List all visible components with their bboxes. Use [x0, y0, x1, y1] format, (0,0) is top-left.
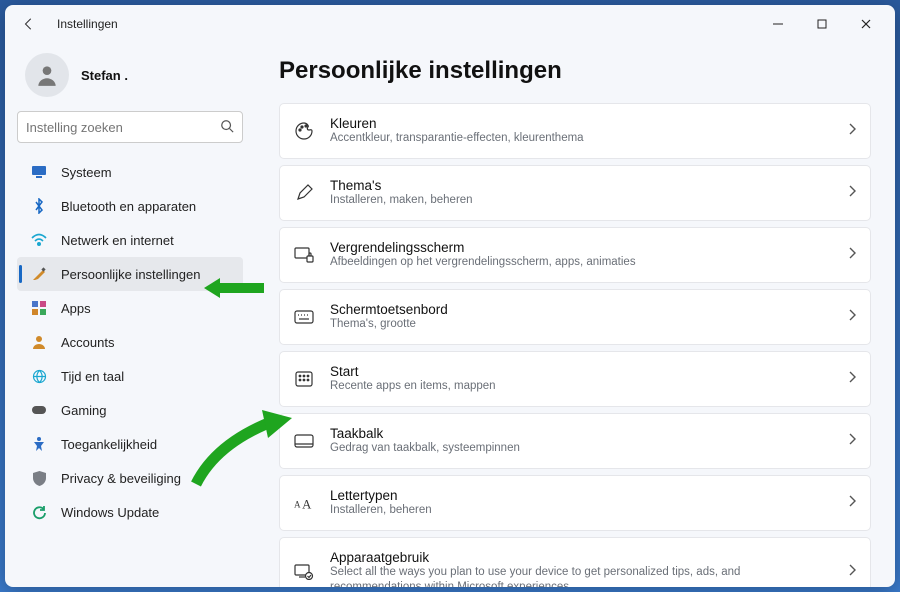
- pen-icon: [294, 183, 314, 203]
- card-touch-keyboard[interactable]: Schermtoetsenbord Thema's, grootte: [279, 289, 871, 345]
- card-title: Start: [330, 364, 832, 379]
- card-subtitle: Installeren, beheren: [330, 503, 832, 518]
- maximize-button[interactable]: [801, 9, 843, 39]
- gamepad-icon: [31, 402, 47, 418]
- sidebar-item-apps[interactable]: Apps: [17, 291, 243, 325]
- sidebar-item-system[interactable]: Systeem: [17, 155, 243, 189]
- sidebar-item-time[interactable]: Tijd en taal: [17, 359, 243, 393]
- sidebar-item-privacy[interactable]: Privacy & beveiliging: [17, 461, 243, 495]
- sidebar-item-windows-update[interactable]: Windows Update: [17, 495, 243, 529]
- start-grid-icon: [294, 369, 314, 389]
- chevron-right-icon: [848, 184, 856, 202]
- titlebar: Instellingen: [5, 5, 895, 43]
- chevron-right-icon: [848, 122, 856, 140]
- lock-monitor-icon: [294, 245, 314, 265]
- sidebar-item-accessibility[interactable]: Toegankelijkheid: [17, 427, 243, 461]
- content-body: Stefan . Systeem Bluetooth en apparaten: [5, 43, 895, 587]
- card-fonts[interactable]: AA Lettertypen Installeren, beheren: [279, 475, 871, 531]
- sidebar-item-label: Accounts: [61, 335, 114, 350]
- chevron-right-icon: [848, 308, 856, 326]
- person-icon: [31, 334, 47, 350]
- card-themes[interactable]: Thema's Installeren, maken, beheren: [279, 165, 871, 221]
- chevron-right-icon: [848, 563, 856, 581]
- card-subtitle: Select all the ways you plan to use your…: [330, 565, 832, 587]
- settings-window: Instellingen Stefan .: [5, 5, 895, 587]
- card-title: Thema's: [330, 178, 832, 193]
- grid-icon: [31, 300, 47, 316]
- sidebar-item-label: Windows Update: [61, 505, 159, 520]
- card-subtitle: Recente apps en items, mappen: [330, 379, 832, 394]
- chevron-right-icon: [848, 494, 856, 512]
- card-start[interactable]: Start Recente apps en items, mappen: [279, 351, 871, 407]
- main-panel: Persoonlijke instellingen Kleuren Accent…: [255, 43, 895, 587]
- sidebar-item-label: Toegankelijkheid: [61, 437, 157, 452]
- sidebar: Stefan . Systeem Bluetooth en apparaten: [5, 43, 255, 587]
- card-subtitle: Afbeeldingen op het vergrendelingsscherm…: [330, 255, 832, 270]
- palette-icon: [294, 121, 314, 141]
- sidebar-item-label: Systeem: [61, 165, 112, 180]
- card-subtitle: Gedrag van taakbalk, systeempinnen: [330, 441, 832, 456]
- font-icon: AA: [294, 493, 314, 513]
- card-title: Vergrendelingsscherm: [330, 240, 832, 255]
- taskbar-icon: [294, 431, 314, 451]
- sidebar-item-label: Gaming: [61, 403, 107, 418]
- user-profile[interactable]: Stefan .: [25, 53, 243, 97]
- sidebar-item-label: Apps: [61, 301, 91, 316]
- card-device-usage[interactable]: Apparaatgebruik Select all the ways you …: [279, 537, 871, 587]
- accessibility-icon: [31, 436, 47, 452]
- minimize-button[interactable]: [757, 9, 799, 39]
- sidebar-item-label: Persoonlijke instellingen: [61, 267, 200, 282]
- svg-text:A: A: [302, 497, 312, 511]
- card-taskbar[interactable]: Taakbalk Gedrag van taakbalk, systeempin…: [279, 413, 871, 469]
- card-title: Lettertypen: [330, 488, 832, 503]
- user-name: Stefan .: [81, 68, 128, 83]
- sidebar-item-personalization[interactable]: Persoonlijke instellingen: [17, 257, 243, 291]
- svg-text:A: A: [294, 499, 301, 509]
- device-check-icon: [294, 562, 314, 582]
- chevron-right-icon: [848, 370, 856, 388]
- brush-icon: [31, 266, 47, 282]
- bluetooth-icon: [31, 198, 47, 214]
- sidebar-item-label: Tijd en taal: [61, 369, 124, 384]
- sidebar-item-label: Privacy & beveiliging: [61, 471, 181, 486]
- card-colors[interactable]: Kleuren Accentkleur, transparantie-effec…: [279, 103, 871, 159]
- sidebar-item-label: Netwerk en internet: [61, 233, 174, 248]
- card-title: Apparaatgebruik: [330, 550, 832, 565]
- shield-icon: [31, 470, 47, 486]
- sidebar-item-bluetooth[interactable]: Bluetooth en apparaten: [17, 189, 243, 223]
- window-title: Instellingen: [57, 17, 118, 31]
- chevron-right-icon: [848, 246, 856, 264]
- card-title: Taakbalk: [330, 426, 832, 441]
- card-lockscreen[interactable]: Vergrendelingsscherm Afbeeldingen op het…: [279, 227, 871, 283]
- chevron-right-icon: [848, 432, 856, 450]
- close-button[interactable]: [845, 9, 887, 39]
- back-button[interactable]: [13, 8, 45, 40]
- wifi-icon: [31, 232, 47, 248]
- card-subtitle: Installeren, maken, beheren: [330, 193, 832, 208]
- nav: Systeem Bluetooth en apparaten Netwerk e…: [17, 155, 243, 529]
- globe-clock-icon: [31, 368, 47, 384]
- refresh-icon: [31, 504, 47, 520]
- card-title: Schermtoetsenbord: [330, 302, 832, 317]
- keyboard-icon: [294, 307, 314, 327]
- sidebar-item-accounts[interactable]: Accounts: [17, 325, 243, 359]
- page-title: Persoonlijke instellingen: [279, 57, 871, 85]
- card-subtitle: Thema's, grootte: [330, 317, 832, 332]
- sidebar-item-network[interactable]: Netwerk en internet: [17, 223, 243, 257]
- search-input[interactable]: [26, 120, 220, 135]
- card-subtitle: Accentkleur, transparantie-effecten, kle…: [330, 131, 832, 146]
- monitor-icon: [31, 164, 47, 180]
- sidebar-item-label: Bluetooth en apparaten: [61, 199, 196, 214]
- search-icon: [220, 119, 234, 136]
- avatar: [25, 53, 69, 97]
- card-title: Kleuren: [330, 116, 832, 131]
- window-controls: [757, 9, 887, 39]
- sidebar-item-gaming[interactable]: Gaming: [17, 393, 243, 427]
- search-input-wrapper[interactable]: [17, 111, 243, 143]
